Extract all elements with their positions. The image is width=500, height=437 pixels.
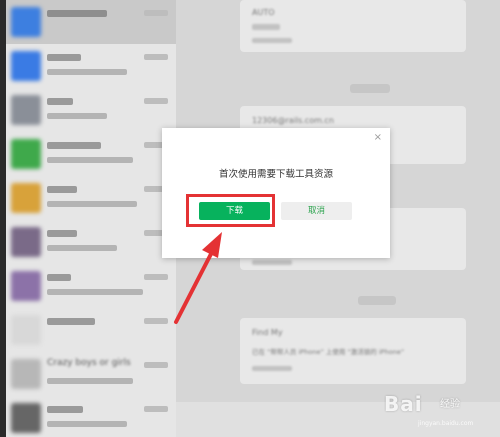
- chat-list-item[interactable]: [6, 132, 176, 176]
- download-button[interactable]: 下载: [199, 202, 270, 220]
- message-card[interactable]: Find My 已在 “帮帮人员 iPhone” 上使用 “激活锁的 iPhon…: [240, 318, 466, 384]
- chat-list-item[interactable]: [6, 176, 176, 220]
- chat-avatar: [11, 139, 41, 169]
- chat-name-blurred: [47, 10, 107, 17]
- chat-avatar: [11, 51, 41, 81]
- chat-list-item[interactable]: [6, 396, 176, 437]
- download-dialog: × 首次使用需要下载工具资源: [162, 128, 390, 258]
- chat-avatar: [11, 7, 41, 37]
- chat-time-blurred: [144, 406, 168, 412]
- chat-preview-blurred: [47, 113, 107, 119]
- message-card-title: AUTO: [252, 8, 275, 17]
- screenshot: Crazy boys or girls AUTO 12306@rails.com…: [0, 0, 500, 437]
- message-card-email: 12306@rails.com.cn: [252, 116, 334, 125]
- chat-preview-blurred: [47, 69, 127, 75]
- watermark-url: jingyan.baidu.com: [418, 420, 474, 427]
- message-card-title: Find My: [252, 328, 283, 337]
- message-card-body: 已在 “帮帮人员 iPhone” 上使用 “激活锁的 iPhone”: [252, 348, 405, 356]
- close-icon[interactable]: ×: [374, 133, 382, 143]
- timestamp-pill: [358, 296, 396, 305]
- chat-list-item[interactable]: Crazy boys or girls: [6, 352, 176, 396]
- message-card-line-blurred: [252, 366, 292, 371]
- dialog-message: 首次使用需要下载工具资源: [218, 169, 333, 180]
- chat-preview-blurred: [47, 201, 137, 207]
- chat-time-blurred: [144, 10, 168, 16]
- chat-preview-blurred: [47, 421, 127, 427]
- chat-name-blurred: [47, 406, 83, 413]
- chat-avatar: [11, 403, 41, 433]
- chat-list-item[interactable]: [6, 88, 176, 132]
- chat-time-blurred: [144, 274, 168, 280]
- chat-list-item[interactable]: [6, 308, 176, 352]
- chat-name-blurred: [47, 186, 77, 193]
- chat-list-item[interactable]: [6, 220, 176, 264]
- chat-time-blurred: [144, 98, 168, 104]
- chat-avatar: [11, 183, 41, 213]
- message-card-line-blurred: [252, 260, 292, 265]
- chat-name-blurred: [47, 142, 101, 149]
- chat-avatar: [11, 359, 41, 389]
- chat-name-blurred: [47, 54, 81, 61]
- message-card-line-blurred: [252, 24, 280, 30]
- cancel-button[interactable]: 取消: [281, 202, 352, 220]
- watermark-logo: Bai: [384, 392, 423, 416]
- message-card[interactable]: AUTO: [240, 0, 466, 52]
- chat-name: Crazy boys or girls: [47, 358, 131, 368]
- chat-list-item[interactable]: [6, 44, 176, 88]
- chat-preview-blurred: [47, 289, 143, 295]
- message-card-line-blurred: [252, 38, 292, 43]
- chat-time-blurred: [144, 362, 168, 368]
- chat-name-blurred: [47, 230, 77, 237]
- chat-preview-blurred: [47, 245, 117, 251]
- watermark-sub: 经验: [440, 399, 460, 410]
- chat-time-blurred: [144, 54, 168, 60]
- chat-list: Crazy boys or girls: [6, 0, 176, 437]
- chat-avatar: [11, 271, 41, 301]
- chat-name-blurred: [47, 98, 73, 105]
- chat-avatar: [11, 227, 41, 257]
- chat-avatar: [11, 315, 41, 345]
- chat-avatar: [11, 95, 41, 125]
- chat-name-blurred: [47, 318, 95, 325]
- timestamp-pill: [350, 84, 390, 93]
- chat-preview-blurred: [47, 378, 133, 384]
- chat-preview-blurred: [47, 157, 133, 163]
- chat-list-item[interactable]: [6, 264, 176, 308]
- chat-name-blurred: [47, 274, 71, 281]
- chat-time-blurred: [144, 318, 168, 324]
- chat-list-item[interactable]: [6, 0, 176, 44]
